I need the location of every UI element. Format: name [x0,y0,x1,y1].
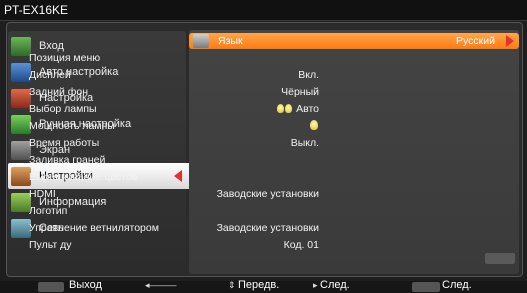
menu-row-lamp-select[interactable]: Выбор лампы Авто [27,101,329,117]
menu-row-display[interactable]: Дисплей Вкл. [27,67,329,83]
menu-row-value: Чёрный [281,86,319,98]
enter-key-icon: ▸ [313,280,318,290]
menu-row-value: Русский [456,35,495,47]
menu-row-label: Язык [218,35,243,47]
menu-row-label: Позиция меню [29,52,101,64]
footer-move-label: Передв. [238,279,280,291]
menu-row-label: Выбор лампы [29,103,97,115]
menu-row-menu-position[interactable]: Позиция меню [27,50,329,66]
footer-next-label: След. [320,279,350,291]
menu-row-label: Логотип [29,205,68,217]
menu-row-edge-fill[interactable]: Заливка граней [27,152,329,168]
menu-row-value: Авто [296,103,319,115]
menu-row-label: Выравнивание цветов [29,171,138,183]
submenu-arrow-icon [506,35,514,47]
menu-row-label: HDMI [29,188,56,200]
menu-row-runtime[interactable]: Время работы Выкл. [27,135,329,151]
menu-row-value: Код. 01 [283,239,319,251]
menu-row-value: Вкл. [298,69,319,81]
menu-row-label: Мощность лампы [29,120,115,132]
footer-help-bar: Выход ◂——— ⇕ Передв. ▸ След. След. [0,279,527,293]
menu-row-value: Выкл. [290,137,319,149]
menu-row-fan-control[interactable]: Управление ветнилятором Заводские устано… [27,220,329,236]
menu-row-label: Время работы [29,137,100,149]
menu-row-remote[interactable]: Пульт ду Код. 01 [27,237,329,253]
footer-exit-label: Выход [69,279,102,291]
menu-row-label: Заливка граней [29,154,106,166]
enter-key-icon [412,282,440,292]
left-right-key-icon: ◂——— [145,280,177,290]
menu-row-color-matching[interactable]: Выравнивание цветов [27,169,329,185]
menu-row-value: Заводские установки [216,222,319,234]
lamp-power-icon [310,118,319,134]
menu-key-icon [38,282,64,292]
menu-row-language[interactable]: Язык Русский [189,33,519,49]
menu-row-label: Управление ветнилятором [29,222,159,234]
menu-row-lamp-power[interactable]: Мощность лампы [27,118,329,134]
menu-row-value: Заводские установки [216,188,319,200]
window-title: PT-EX16KE [0,0,527,21]
page-scroll-indicator[interactable] [485,253,515,264]
menu-row-logo[interactable]: Логотип [27,203,329,219]
menu-row-label: Пульт ду [29,239,72,251]
language-icon [193,34,209,48]
menu-row-background[interactable]: Задний фон Чёрный [27,84,329,100]
up-down-key-icon: ⇕ [228,280,236,290]
menu-row-label: Дисплей [29,69,71,81]
menu-row-label: Задний фон [29,86,89,98]
dual-lamp-icon [277,103,293,115]
footer-next2-label: След. [442,279,472,291]
menu-row-value-group: Авто [277,101,319,117]
menu-row-hdmi[interactable]: HDMI Заводские установки [27,186,329,202]
